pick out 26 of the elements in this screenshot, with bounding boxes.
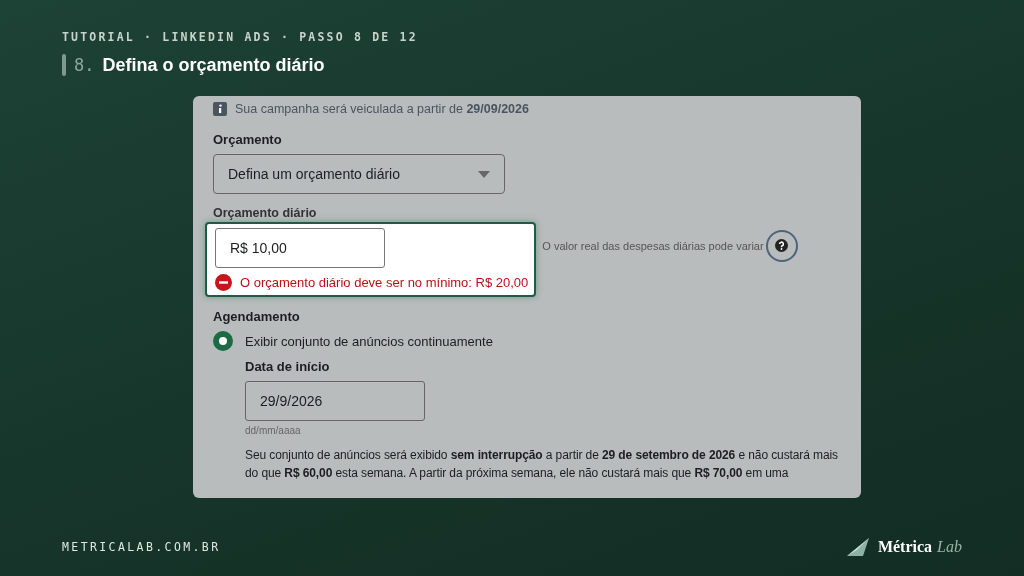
summary-text: Seu conjunto de anúncios será exibido sem interrupção a partir de 29 de setembro de 2026 e não custará mais do que R$ 60,00 esta semana. A partir da próxima semana, ele não custará mais que R$ 70,00 em uma [244, 447, 839, 482]
step-title: Defina o orçamento diário [102, 54, 325, 76]
section-label: Agendamento [213, 309, 301, 324]
date-format-hint: dd/mm/aaaa [245, 425, 302, 436]
radio-label: Exibir conjunto de anúncios continuamente [245, 333, 493, 349]
caret-icon [478, 170, 490, 178]
field-label: Data de início [245, 359, 331, 374]
field-label: Orçamento [213, 132, 283, 147]
start-date-input[interactable]: 29/9/2026 [245, 381, 425, 421]
field-label: Orçamento diário [213, 206, 318, 220]
error-icon [215, 274, 232, 291]
info-text: Sua campanha será veiculada a partir de 29/09/2026 [235, 102, 529, 116]
helper-text: O valor real das despesas diárias pode variar [542, 239, 764, 252]
error-message: O orçamento diário deve ser no mínimo: R$ 20,00 [240, 275, 529, 290]
website-url: METRICALAB.COM.BR [62, 540, 221, 554]
info-icon [213, 102, 227, 116]
daily-budget-input[interactable]: R$ 10,00 [215, 228, 385, 268]
help-button[interactable] [765, 229, 798, 262]
breadcrumb: TUTORIAL · LINKEDIN ADS · PASSO 8 DE 12 [62, 30, 419, 44]
logo-primary: Métrica [877, 538, 933, 556]
radio-button[interactable] [213, 331, 233, 351]
step-number: 8. [74, 55, 95, 75]
logo-icon [846, 538, 869, 556]
help-icon [775, 239, 789, 252]
logo-secondary: Lab [937, 538, 962, 556]
budget-dropdown[interactable]: Defina um orçamento diário [213, 154, 505, 194]
